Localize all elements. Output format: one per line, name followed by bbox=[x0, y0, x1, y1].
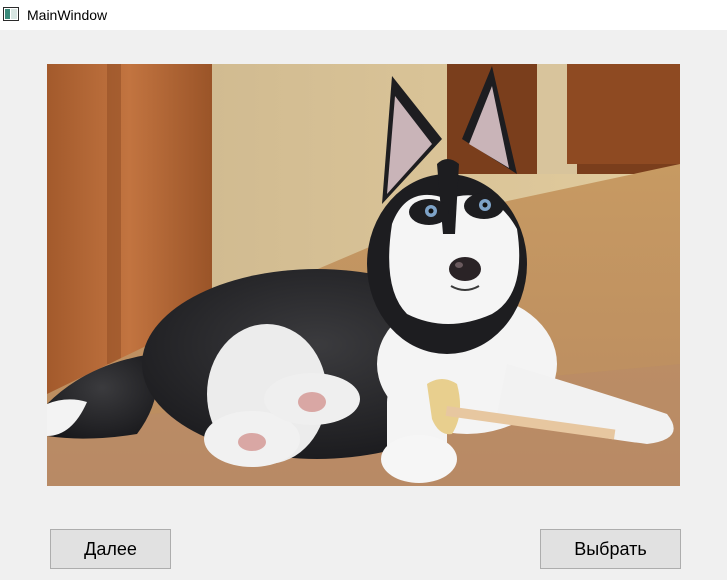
window-title: MainWindow bbox=[27, 7, 108, 23]
title-bar: MainWindow bbox=[0, 0, 727, 30]
photo-display bbox=[47, 64, 680, 486]
window-app-icon bbox=[3, 7, 19, 21]
next-button[interactable]: Далее bbox=[50, 529, 171, 569]
select-button[interactable]: Выбрать bbox=[540, 529, 681, 569]
